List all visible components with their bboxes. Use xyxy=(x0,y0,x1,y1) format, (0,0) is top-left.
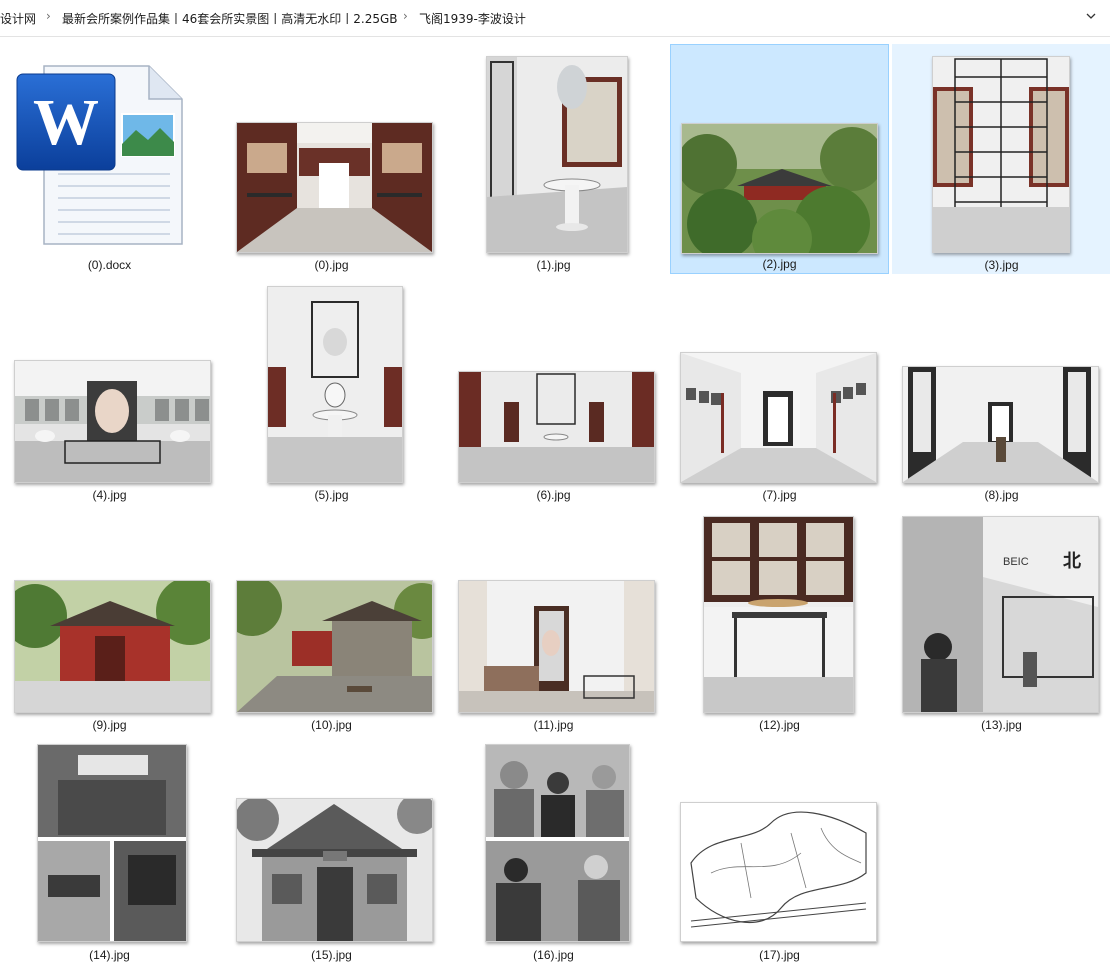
file-name-label: (6).jpg xyxy=(536,488,571,502)
breadcrumb-item[interactable]: 飞阁1939-李波设计 xyxy=(419,10,526,27)
file-name-label: (7).jpg xyxy=(762,488,797,502)
svg-text:北: 北 xyxy=(1063,551,1081,571)
file-name-label: (0).docx xyxy=(87,258,132,272)
file-name-label: (4).jpg xyxy=(92,488,127,502)
file-item[interactable]: (9).jpg xyxy=(0,504,219,734)
file-item[interactable]: (12).jpg xyxy=(670,504,889,734)
file-name-label: (1).jpg xyxy=(536,258,571,272)
file-item[interactable]: (16).jpg xyxy=(444,734,663,964)
file-name-label: (13).jpg xyxy=(981,718,1022,732)
image-thumbnail xyxy=(680,352,877,483)
breadcrumb-separator-icon: › xyxy=(46,9,51,23)
image-thumbnail xyxy=(486,56,628,253)
file-name-label: (10).jpg xyxy=(311,718,352,732)
breadcrumb-separator-icon: › xyxy=(403,9,408,23)
file-name-label: (5).jpg xyxy=(314,488,349,502)
image-thumbnail xyxy=(236,122,433,253)
file-item[interactable]: (7).jpg xyxy=(670,274,889,504)
svg-text:BEIC: BEIC xyxy=(1003,556,1029,568)
file-grid: W (0).docx (0).jpg (1).jpg (2).jpg (3).j… xyxy=(0,36,1110,968)
file-name-label: (9).jpg xyxy=(92,718,127,732)
address-bar[interactable]: 设计网 › 最新会所案例作品集丨46套会所实景图丨高清无水印丨2.25GB › … xyxy=(0,0,1110,37)
file-item[interactable]: (3).jpg xyxy=(892,44,1110,274)
breadcrumb-item[interactable]: 设计网 xyxy=(0,10,36,27)
image-thumbnail xyxy=(37,744,187,942)
image-thumbnail xyxy=(902,366,1099,483)
file-item[interactable]: (2).jpg xyxy=(670,44,889,274)
file-item[interactable]: (6).jpg xyxy=(444,274,663,504)
image-thumbnail xyxy=(267,286,403,483)
file-item[interactable]: W (0).docx xyxy=(0,44,219,274)
chevron-down-icon[interactable] xyxy=(1084,9,1098,23)
file-name-label: (14).jpg xyxy=(89,948,130,962)
image-thumbnail xyxy=(236,798,433,942)
file-name-label: (0).jpg xyxy=(314,258,349,272)
file-item[interactable]: (1).jpg xyxy=(444,44,663,274)
file-item[interactable]: (14).jpg xyxy=(0,734,219,964)
file-item[interactable]: (11).jpg xyxy=(444,504,663,734)
file-name-label: (17).jpg xyxy=(759,948,800,962)
file-item[interactable]: (0).jpg xyxy=(222,44,441,274)
file-name-label: (16).jpg xyxy=(533,948,574,962)
file-item[interactable]: (10).jpg xyxy=(222,504,441,734)
file-name-label: (2).jpg xyxy=(762,257,797,271)
image-thumbnail: BEIC 北 xyxy=(902,516,1099,713)
file-item[interactable]: (15).jpg xyxy=(222,734,441,964)
file-name-label: (15).jpg xyxy=(311,948,352,962)
image-thumbnail xyxy=(236,580,433,713)
image-thumbnail xyxy=(932,56,1070,253)
file-name-label: (3).jpg xyxy=(984,258,1019,272)
file-item[interactable]: (4).jpg xyxy=(0,274,219,504)
file-name-label: (8).jpg xyxy=(984,488,1019,502)
file-name-label: (12).jpg xyxy=(759,718,800,732)
file-item[interactable]: (8).jpg xyxy=(892,274,1110,504)
image-thumbnail xyxy=(14,360,211,483)
breadcrumb-item[interactable]: 最新会所案例作品集丨46套会所实景图丨高清无水印丨2.25GB xyxy=(62,10,398,27)
image-thumbnail xyxy=(680,802,877,942)
image-thumbnail xyxy=(681,123,878,254)
svg-text:W: W xyxy=(33,86,99,159)
image-thumbnail xyxy=(703,516,854,713)
word-document-icon: W xyxy=(14,64,184,246)
image-thumbnail xyxy=(458,580,655,713)
file-item[interactable]: (5).jpg xyxy=(222,274,441,504)
file-item[interactable]: BEIC 北 (13).jpg xyxy=(892,504,1110,734)
image-thumbnail xyxy=(485,744,630,942)
file-item[interactable]: (17).jpg xyxy=(670,734,889,964)
image-thumbnail xyxy=(458,371,655,483)
image-thumbnail xyxy=(14,580,211,713)
file-name-label: (11).jpg xyxy=(533,718,574,732)
